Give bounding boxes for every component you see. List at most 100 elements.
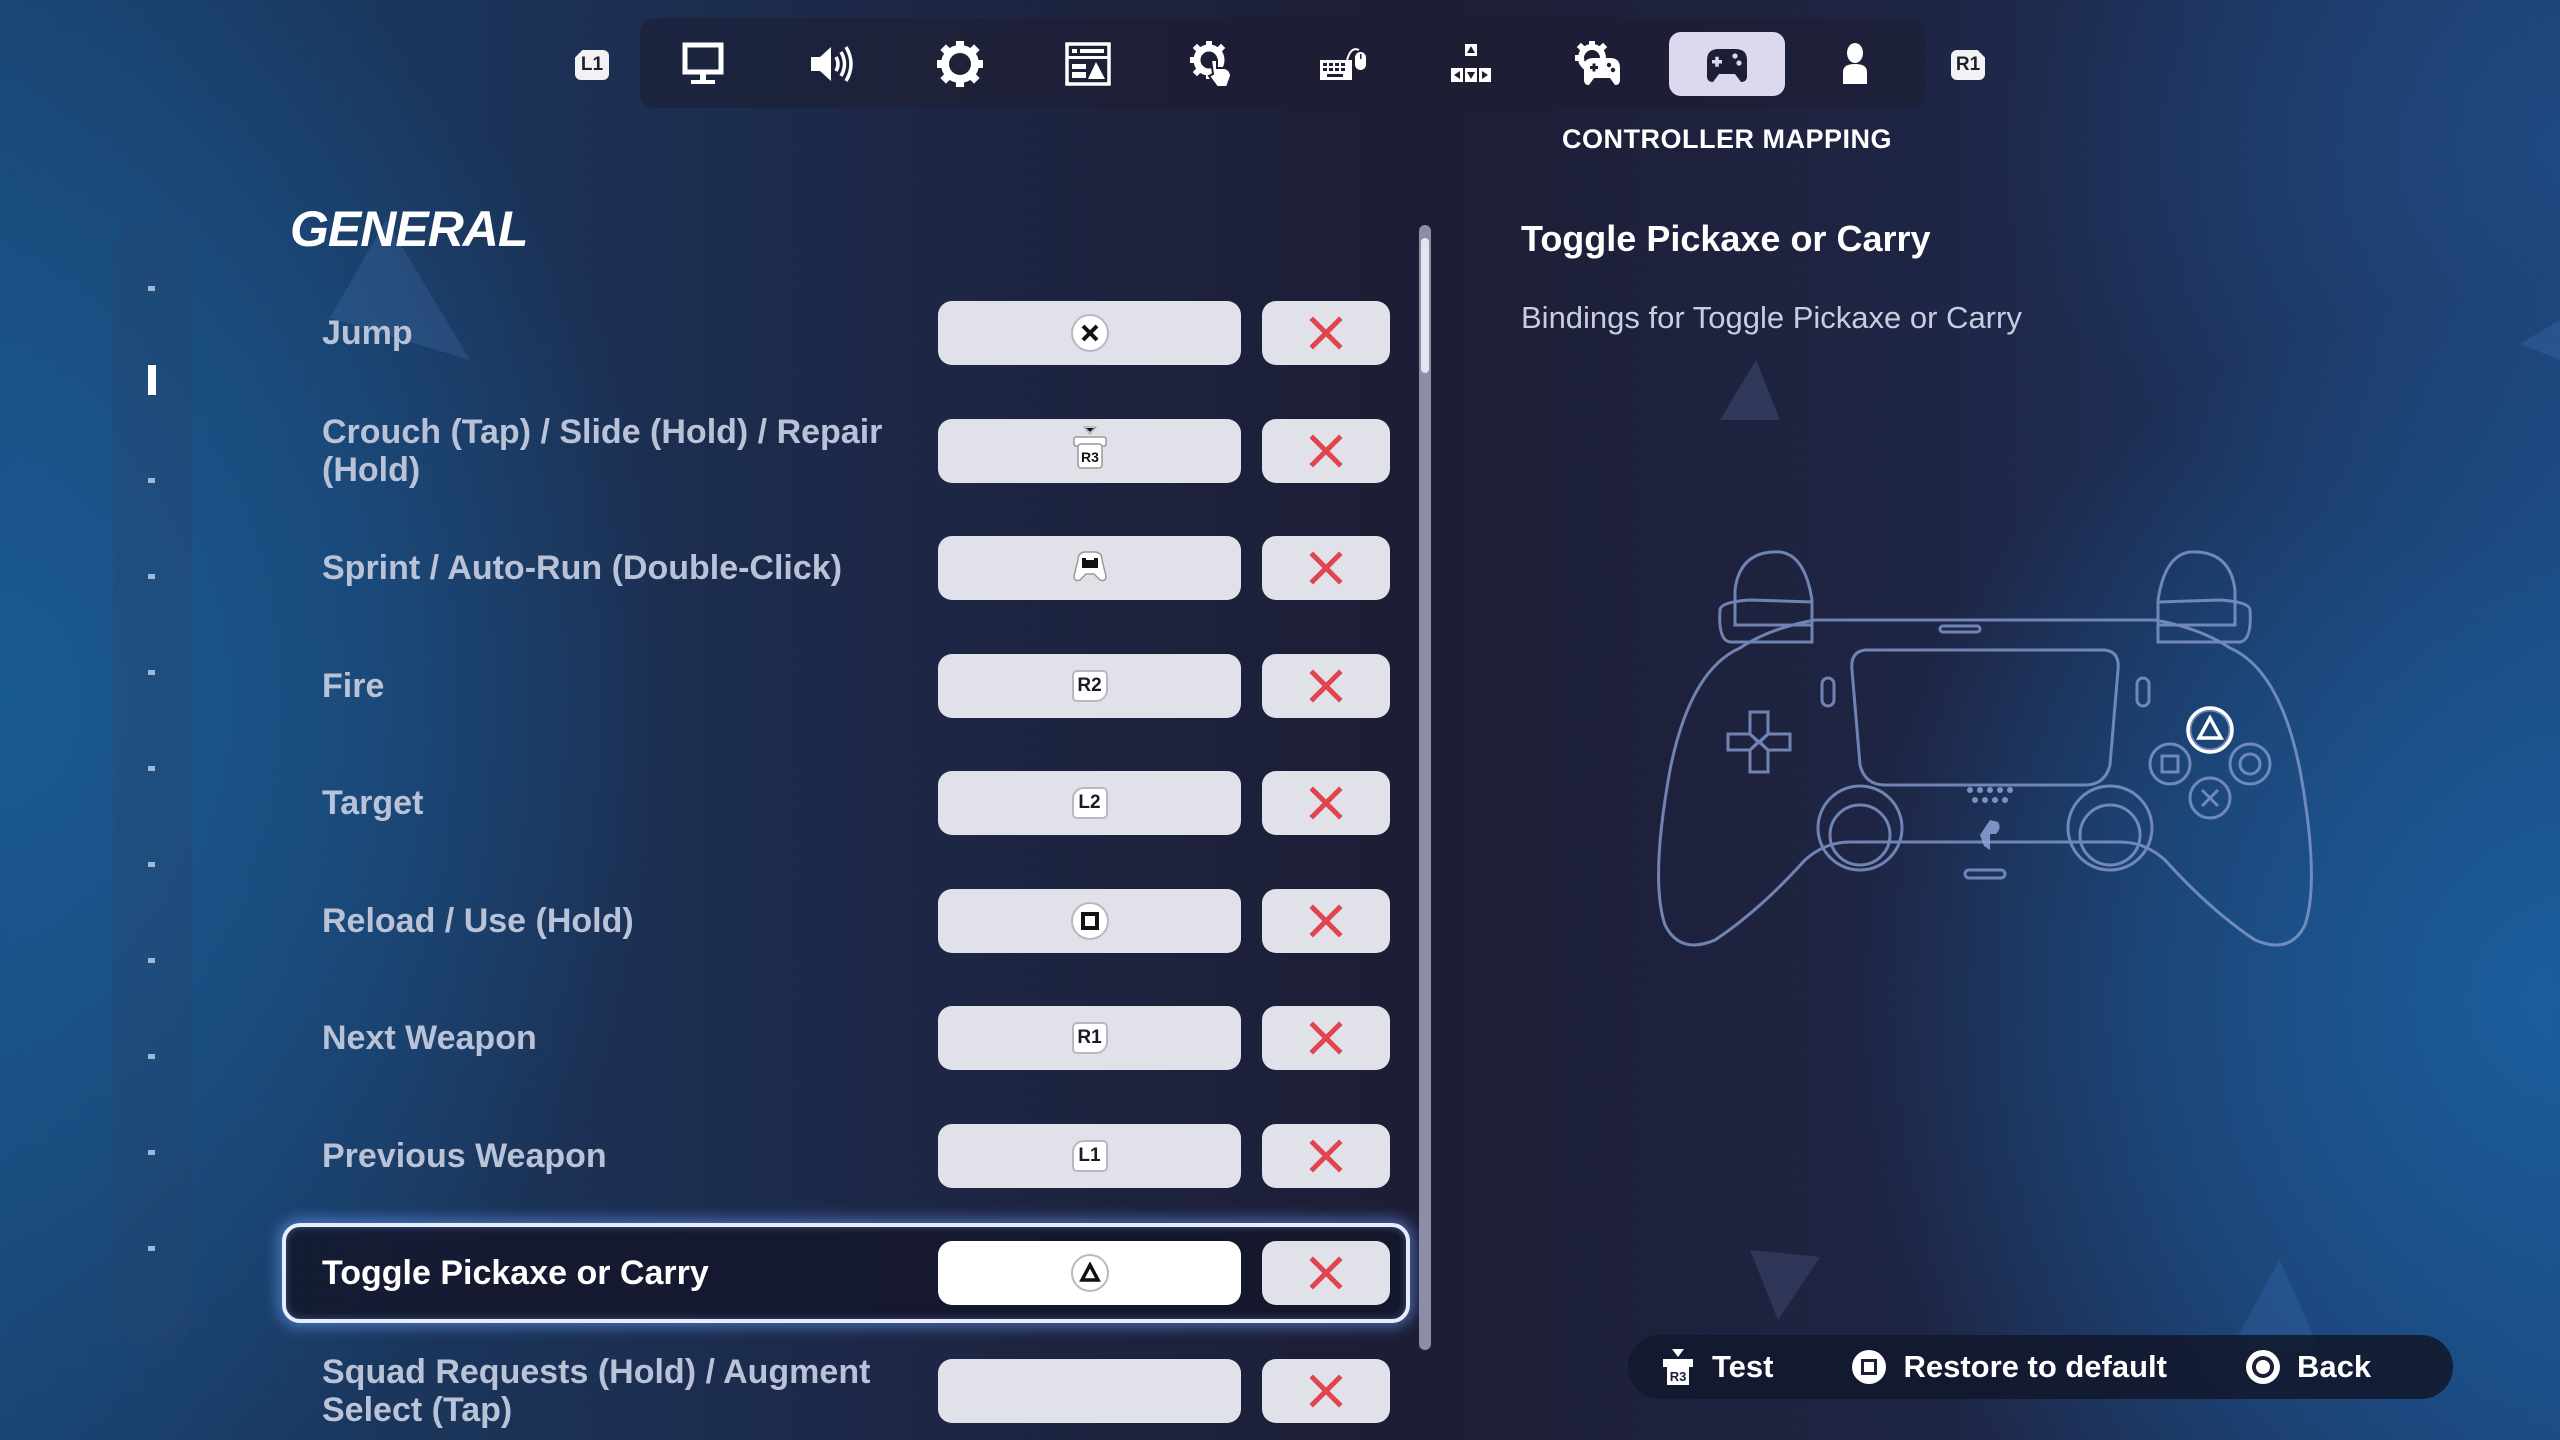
binding-button[interactable]: R3 [938,418,1241,483]
tab-touch-settings[interactable] [1155,32,1271,96]
clear-binding-button[interactable] [1262,1123,1390,1188]
binding-row[interactable]: Jump [282,283,1410,383]
action-label: Sprint / Auto-Run (Double-Click) [322,549,843,587]
test-label: Test [1712,1349,1774,1384]
binding-row[interactable]: Crouch (Tap) / Slide (Hold) / Repair (Ho… [282,401,1410,501]
section-nav-marker[interactable] [148,1246,155,1251]
person-icon [1843,43,1867,84]
section-nav-marker[interactable] [148,862,155,867]
restore-default-label: Restore to default [1903,1349,2167,1384]
playstation-logo [1980,820,2000,850]
section-nav-marker[interactable] [148,574,155,579]
binding-row[interactable]: Sprint / Auto-Run (Double-Click) [282,518,1410,618]
clear-binding-button[interactable] [1262,418,1390,483]
l3-stick-press-icon [1070,546,1110,591]
r3-stick-icon: R3 [1663,1349,1693,1385]
section-nav-marker[interactable] [148,958,155,963]
binding-button[interactable] [938,536,1241,600]
cross-button-icon [1070,314,1109,352]
section-nav-marker[interactable] [148,1150,155,1155]
clear-binding-button[interactable] [1262,536,1390,600]
section-nav-marker[interactable] [148,1054,155,1059]
binding-button[interactable] [938,1358,1241,1423]
binding-row[interactable]: Reload / Use (Hold) [282,871,1410,971]
active-tab-caption: CONTROLLER MAPPING [1562,124,1892,154]
action-label: Toggle Pickaxe or Carry [322,1254,709,1292]
r1-bumper-hint[interactable]: R1 [1951,50,1985,80]
r2-trigger [2156,550,2237,627]
clear-binding-button[interactable] [1262,1358,1390,1423]
section-nav-marker[interactable] [148,478,155,483]
action-label: Next Weapon [322,1019,537,1057]
keyboard-mouse-icon [1320,48,1366,80]
action-label: Squad Requests (Hold) / Augment Select (… [322,1352,871,1429]
tab-game-settings[interactable] [902,32,1018,96]
binding-row[interactable]: Fire R2 [282,636,1410,736]
binding-row[interactable]: Next Weapon R1 [282,988,1410,1088]
dpad-keys-icon [1451,44,1491,82]
close-icon [1309,1373,1343,1408]
binding-row[interactable]: Toggle Pickaxe or Carry [282,1223,1410,1323]
section-nav-marker[interactable] [148,766,155,771]
binding-button[interactable]: L2 [938,771,1241,835]
tab-controller-mapping[interactable] [1669,32,1785,96]
tab-audio[interactable] [773,32,889,96]
restore-default-button[interactable]: Restore to default [1851,1349,2167,1385]
background-shard [1750,1250,1820,1320]
binding-row[interactable]: Target L2 [282,753,1410,853]
svg-text:R3: R3 [1081,449,1099,465]
test-button[interactable]: R3 Test [1660,1347,1773,1387]
binding-button[interactable]: L1 [938,1123,1241,1188]
controller-diagram [1657,550,2313,947]
l1-bumper-hint[interactable]: L1 [575,50,609,80]
square-button-icon [1852,1350,1887,1384]
svg-text:R3: R3 [1670,1369,1687,1384]
clear-binding-button[interactable] [1262,1006,1390,1070]
back-button[interactable]: Back [2245,1349,2371,1385]
clear-binding-button[interactable] [1262,1241,1390,1305]
speaker-icon [811,46,853,82]
binding-button[interactable]: R2 [938,653,1241,718]
binding-button[interactable]: R1 [938,1006,1241,1070]
tab-display[interactable] [645,32,761,96]
controller-icon [1707,49,1747,82]
r3-stick-icon: R3 [1071,426,1109,475]
binding-row[interactable]: Previous Weapon L1 [282,1106,1410,1206]
section-nav-marker-active[interactable] [148,365,156,395]
triangle-button-icon [1070,1254,1109,1292]
binding-button[interactable] [938,301,1241,365]
binding-row[interactable]: Squad Requests (Hold) / Augment Select (… [282,1341,1410,1440]
close-icon [1309,786,1343,820]
circle-button-icon [2245,1350,2280,1384]
close-icon [1309,316,1343,350]
detail-description: Bindings for Toggle Pickaxe or Carry [1521,300,2022,335]
tab-account[interactable] [1797,32,1913,96]
clear-binding-button[interactable] [1262,301,1390,365]
list-scrollbar-thumb[interactable] [1421,238,1429,373]
background-shard [1720,360,1780,420]
square-button-icon [1070,901,1109,940]
close-icon [1309,551,1343,585]
action-label: Target [322,784,424,822]
tab-controller-options[interactable] [1540,32,1656,96]
gear-touch-icon [1190,41,1233,88]
section-nav [113,222,192,1347]
close-icon [1309,903,1343,938]
tab-input[interactable] [1413,32,1529,96]
close-icon [1309,1256,1343,1290]
action-label: Jump [322,314,413,352]
section-nav-marker[interactable] [148,670,155,675]
section-nav-marker[interactable] [148,286,155,291]
tab-keyboard-controls[interactable] [1285,32,1401,96]
binding-button[interactable] [938,888,1241,953]
l2-button-icon: L2 [1071,787,1108,819]
clear-binding-button[interactable] [1262,771,1390,835]
tab-hud[interactable] [1030,32,1146,96]
controller-body [1657,618,2313,947]
action-label: Crouch (Tap) / Slide (Hold) / Repair (Ho… [322,412,883,489]
clear-binding-button[interactable] [1262,888,1390,953]
clear-binding-button[interactable] [1262,653,1390,718]
binding-button[interactable] [938,1241,1241,1305]
close-icon [1309,433,1343,468]
list-scrollbar[interactable] [1419,225,1431,1350]
